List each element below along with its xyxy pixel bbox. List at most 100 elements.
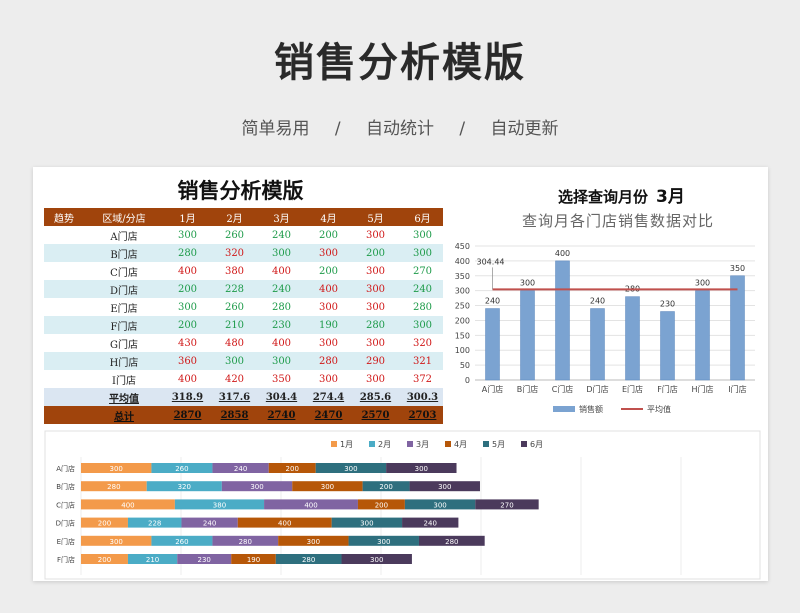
data-label: 350 — [730, 264, 745, 273]
average-row-value: 304.4 — [258, 388, 305, 406]
sales-value-cell: 350 — [258, 370, 305, 388]
x-tick-label: C门店 — [552, 384, 574, 394]
total-row-value: 2470 — [305, 406, 352, 424]
sales-value-cell: 300 — [305, 298, 352, 316]
data-label: 230 — [660, 300, 675, 309]
table-row: C门店 400 380 400 200 300 270 — [44, 262, 446, 280]
trend-cell — [44, 262, 84, 280]
sales-value-cell: 300 — [211, 352, 258, 370]
data-label: 240 — [485, 297, 500, 306]
data-label: 300 — [110, 465, 123, 473]
bar — [695, 290, 710, 381]
data-label: 200 — [375, 501, 388, 509]
trend-cell — [44, 280, 84, 298]
column-header: 2月 — [211, 208, 258, 226]
total-row-value: 2703 — [399, 406, 446, 424]
bar — [520, 290, 535, 381]
average-label: 304.44 — [477, 257, 505, 266]
legend-label: 4月 — [454, 440, 467, 449]
sales-value-cell: 300 — [305, 334, 352, 352]
data-label: 230 — [198, 556, 211, 564]
sales-value-cell: 400 — [258, 334, 305, 352]
sales-value-cell: 210 — [211, 316, 258, 334]
total-row-value: 2870 — [164, 406, 211, 424]
data-label: 300 — [520, 279, 535, 288]
sales-value-cell: 300 — [164, 298, 211, 316]
legend-label: 5月 — [492, 440, 505, 449]
y-tick-label: C门店 — [56, 500, 75, 509]
hero-subtitle: 简单易用 / 自动统计 / 自动更新 — [0, 114, 800, 139]
sales-value-cell: 280 — [164, 244, 211, 262]
sales-value-cell: 400 — [164, 370, 211, 388]
store-name-cell: D门店 — [84, 280, 164, 298]
sales-value-cell: 300 — [352, 370, 399, 388]
store-name-cell: C门店 — [84, 262, 164, 280]
sales-value-cell: 300 — [258, 244, 305, 262]
x-tick-label: D门店 — [586, 384, 608, 394]
data-label: 240 — [203, 520, 216, 528]
trend-cell — [44, 334, 84, 352]
sales-value-cell: 300 — [305, 370, 352, 388]
data-label: 280 — [239, 538, 252, 546]
data-label: 300 — [321, 483, 334, 491]
average-row-label: 平均值 — [84, 388, 164, 406]
store-name-cell: F门店 — [84, 316, 164, 334]
column-header: 6月 — [399, 208, 446, 226]
data-label: 300 — [344, 465, 357, 473]
average-row-value: 317.6 — [211, 388, 258, 406]
sales-value-cell: 200 — [305, 262, 352, 280]
store-comparison-chart: 查询月各门店销售数据对比 0 50 100 150 200 250 300 350 400 450 2… — [443, 204, 768, 426]
data-label: 260 — [175, 465, 188, 473]
data-label: 240 — [234, 465, 247, 473]
data-label: 300 — [695, 279, 710, 288]
total-row-value: 2570 — [352, 406, 399, 424]
y-tick-label: D门店 — [56, 519, 75, 528]
data-label: 300 — [360, 520, 373, 528]
sales-value-cell: 200 — [164, 316, 211, 334]
data-label: 200 — [98, 556, 111, 564]
y-tick-label: 200 — [455, 316, 470, 325]
data-label: 300 — [307, 538, 320, 546]
y-tick-label: 100 — [455, 346, 470, 355]
data-label: 320 — [178, 483, 191, 491]
y-tick-label: 150 — [455, 331, 470, 340]
sales-table: 趋势 区域/分店 1月 2月 3月 4月 5月 6月 A门店 300 260 240 200 300 30… — [44, 208, 446, 424]
legend-swatch — [445, 441, 451, 447]
trend-cell — [44, 370, 84, 388]
sales-value-cell: 300 — [305, 244, 352, 262]
average-row-value: 318.9 — [164, 388, 211, 406]
legend-label: 2月 — [378, 440, 391, 449]
store-name-cell: E门店 — [84, 298, 164, 316]
x-tick-label: E门店 — [622, 384, 643, 394]
data-label: 228 — [148, 520, 161, 528]
legend-label: 1月 — [340, 440, 353, 449]
store-name-cell: B门店 — [84, 244, 164, 262]
sales-value-cell: 280 — [305, 352, 352, 370]
sales-value-cell: 300 — [399, 244, 446, 262]
y-tick-label: 300 — [455, 287, 470, 296]
data-label: 240 — [590, 297, 605, 306]
table-row: H门店 360 300 300 280 290 321 — [44, 352, 446, 370]
column-header: 5月 — [352, 208, 399, 226]
sales-value-cell: 300 — [399, 226, 446, 244]
sales-value-cell: 280 — [399, 298, 446, 316]
table-row: F门店 200 210 230 190 280 300 — [44, 316, 446, 334]
table-row: B门店 280 320 300 300 200 300 — [44, 244, 446, 262]
table-header-row: 趋势 区域/分店 1月 2月 3月 4月 5月 6月 — [44, 208, 446, 226]
trend-cell — [44, 352, 84, 370]
total-row-label: 总计 — [84, 406, 164, 424]
y-tick-label: F门店 — [57, 555, 75, 564]
data-label: 300 — [438, 483, 451, 491]
sales-value-cell: 200 — [164, 280, 211, 298]
store-name-cell: G门店 — [84, 334, 164, 352]
y-tick-label: 400 — [455, 257, 470, 266]
legend-label: 平均值 — [647, 404, 671, 414]
sales-value-cell: 230 — [258, 316, 305, 334]
average-row-value: 300.3 — [399, 388, 446, 406]
column-header: 区域/分店 — [84, 208, 164, 226]
chart-title: 查询月各门店销售数据对比 — [522, 212, 714, 230]
bar — [625, 296, 640, 381]
subtitle-item-easy: 简单易用 — [241, 119, 310, 139]
average-row: 平均值 318.9 317.6 304.4 274.4 285.6 300.3 — [44, 388, 446, 406]
data-label: 400 — [278, 520, 291, 528]
